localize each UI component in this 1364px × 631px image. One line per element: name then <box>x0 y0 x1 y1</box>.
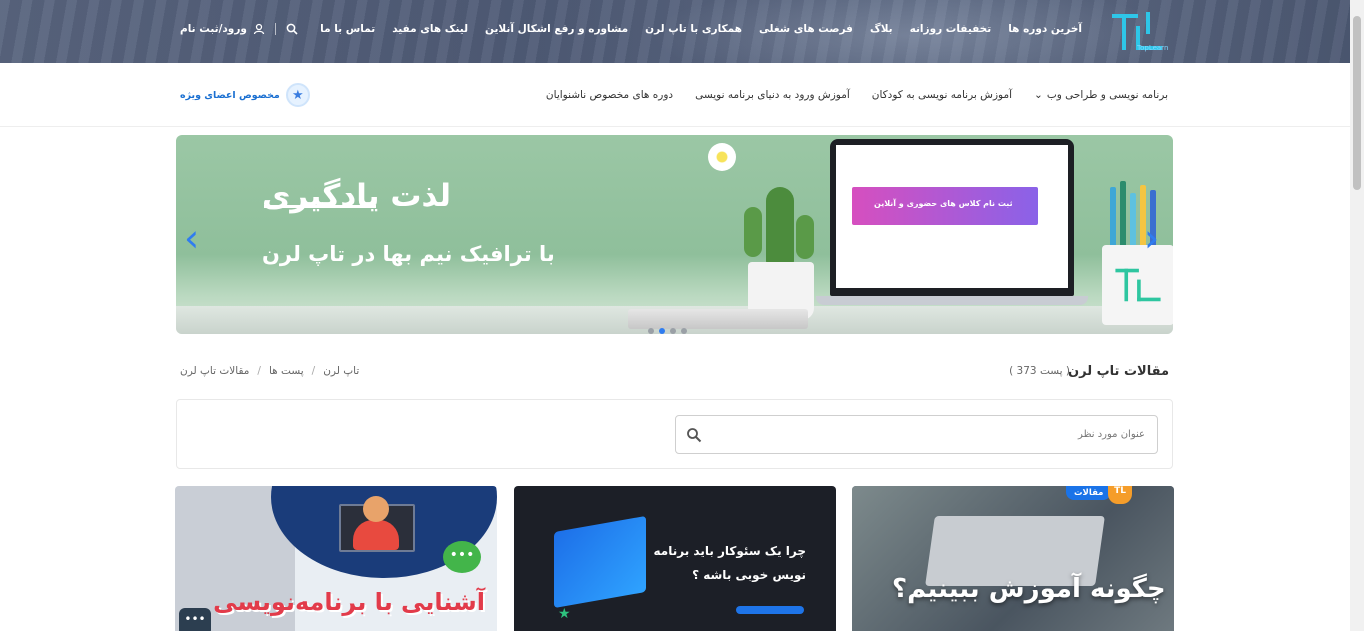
article-card[interactable]: ••• ••• آشنایی با برنامه‌نویسی <box>175 486 497 631</box>
notebooks-image <box>628 309 808 329</box>
breadcrumb-home[interactable]: تاپ لرن <box>323 365 359 377</box>
cactus-image <box>796 215 814 259</box>
nav-online-consulting[interactable]: مشاوره و رفع اشکال آنلاین <box>485 23 628 35</box>
breadcrumb: تاپ لرن / پست ها / مقالات تاپ لرن <box>180 365 359 377</box>
breadcrumb-posts[interactable]: پست ها <box>269 365 304 377</box>
card-title-line2: نویس خوبی باشه ؟ <box>692 568 806 582</box>
slider-dot[interactable] <box>681 328 687 334</box>
category-nav: ⌄ برنامه نویسی و طراحی وب آموزش برنامه نو… <box>0 63 1350 127</box>
search-input[interactable] <box>675 415 1158 454</box>
vip-label: مخصوص اعضای ویژه <box>180 89 280 101</box>
slider-dot[interactable] <box>670 328 676 334</box>
pencil-cup <box>1102 245 1173 325</box>
slider-dot[interactable] <box>648 328 654 334</box>
top-header: TopLearn آخرین دوره ها تخفیفات روزانه بل… <box>0 0 1350 63</box>
cactus-image <box>766 187 794 265</box>
post-count: ( 373 پست ) <box>1009 365 1070 377</box>
page-title: مقالات تاپ لرن <box>1068 364 1169 379</box>
top-actions: ورود/ثبت نام <box>180 23 298 35</box>
logo-text: TopLearn <box>1137 44 1169 52</box>
chat-icon: ••• <box>179 608 211 631</box>
search-icon[interactable] <box>286 23 298 35</box>
star-icon: ★ <box>558 606 571 622</box>
search-card <box>176 399 1173 469</box>
slider-prev-arrow[interactable]: ‹ <box>184 219 199 257</box>
vip-link[interactable]: مخصوص اعضای ویژه ★ <box>180 83 310 107</box>
star-icon: ★ <box>285 83 310 107</box>
flower-image <box>708 143 736 171</box>
user-icon[interactable] <box>253 23 265 35</box>
cup-logo-icon <box>1115 268 1161 302</box>
card-badge <box>736 606 804 614</box>
search-icon[interactable] <box>686 427 702 443</box>
toplearn-logo-icon: TL <box>1108 486 1132 504</box>
slide-title: لذت یادگیری <box>262 178 452 214</box>
breadcrumb-separator: / <box>257 365 261 377</box>
article-card[interactable]: ★ چرا یک سئوکار باید برنامه نویس خوبی با… <box>514 486 836 631</box>
nav-latest-courses[interactable]: آخرین دوره ها <box>1008 23 1082 35</box>
category-tag[interactable]: مقالات <box>1066 486 1112 500</box>
chevron-down-icon: ⌄ <box>1034 89 1043 101</box>
laptop-illustration <box>554 515 646 609</box>
nav-cooperation[interactable]: همکاری با تاپ لرن <box>645 23 742 35</box>
slide-underline <box>264 205 376 208</box>
pencil-image <box>1120 181 1126 251</box>
article-card[interactable]: چگونه آموزش ببینیم؟ مقالات TL <box>852 486 1174 631</box>
slider-next-arrow[interactable]: › <box>1144 219 1159 257</box>
card-title: آشنایی با برنامه‌نویسی <box>213 588 485 616</box>
login-label[interactable]: ورود/ثبت نام <box>180 23 247 35</box>
slide-subtitle: با ترافیک نیم بها در تاپ لرن <box>262 242 555 266</box>
cactus-image <box>744 207 762 257</box>
nav-blog[interactable]: بلاگ <box>870 23 893 35</box>
divider <box>274 23 276 35</box>
nav-jobs[interactable]: فرصت های شغلی <box>759 23 853 35</box>
card-title-line1: چرا یک سئوکار باید برنامه <box>653 544 806 558</box>
hero-slider[interactable]: لذت یادگیری با ترافیک نیم بها در تاپ لرن… <box>176 135 1173 334</box>
breadcrumb-separator: / <box>311 365 316 377</box>
scrollbar[interactable] <box>1350 0 1364 631</box>
nav-useful-links[interactable]: لینک های مفید <box>392 23 468 35</box>
laptop-image: ثبت نام کلاس های حضوری و آنلاین <box>816 139 1088 305</box>
top-nav: آخرین دوره ها تخفیفات روزانه بلاگ فرصت ه… <box>320 23 1082 35</box>
slider-dot-active[interactable] <box>659 328 665 334</box>
chat-bubble-icon: ••• <box>443 541 481 573</box>
person-illustration <box>363 496 389 522</box>
laptop-banner-text: ثبت نام کلاس های حضوری و آنلاین <box>874 199 1013 208</box>
nav-daily-discounts[interactable]: تخفیفات روزانه <box>910 23 992 35</box>
nav-contact[interactable]: تماس با ما <box>320 23 375 35</box>
subnav-intro-programming[interactable]: آموزش ورود به دنیای برنامه نویسی <box>695 89 850 101</box>
scrollbar-thumb[interactable] <box>1353 16 1361 190</box>
card-title: چگونه آموزش ببینیم؟ <box>892 574 1166 604</box>
breadcrumb-current: مقالات تاپ لرن <box>180 365 250 377</box>
slider-dots <box>648 328 687 334</box>
subnav-kids-programming[interactable]: آموزش برنامه نویسی به کودکان <box>872 89 1012 101</box>
subnav-web-programming[interactable]: ⌄ برنامه نویسی و طراحی وب <box>1034 89 1168 101</box>
subnav-deaf-courses[interactable]: دوره های مخصوص ناشنوایان <box>546 89 673 101</box>
